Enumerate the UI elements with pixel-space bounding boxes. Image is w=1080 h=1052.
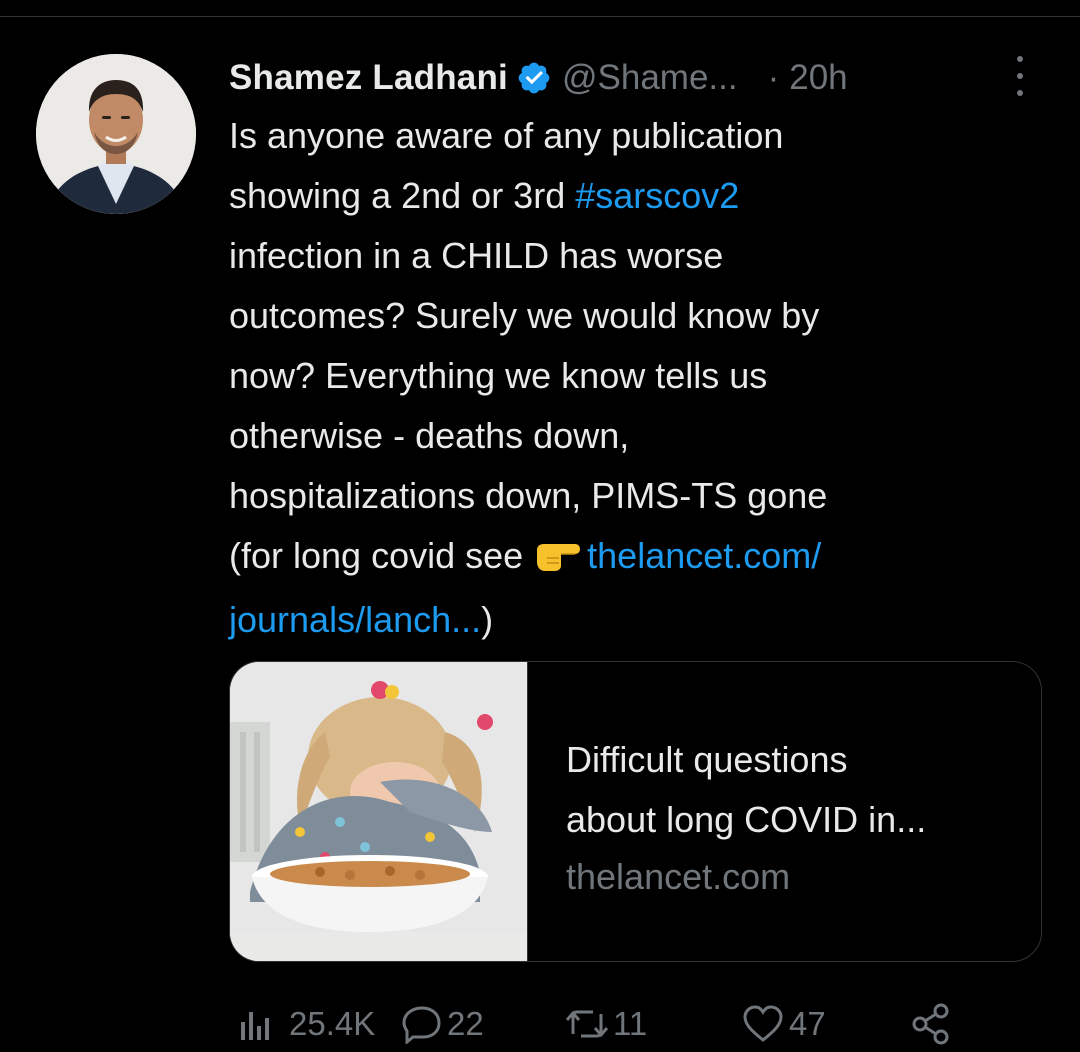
- tweet-timestamp[interactable]: 20h: [789, 58, 847, 98]
- tweet-text-line: infection in a CHILD has worse: [229, 235, 724, 276]
- card-text: Difficult questions about long COVID in.…: [566, 730, 1026, 904]
- tweet-text-line: showing a 2nd or 3rd #sarscov2: [229, 166, 1049, 226]
- card-title-line: about long COVID in...: [566, 799, 927, 840]
- tweet-text-line: (for long covid see thelancet.com/: [229, 526, 1049, 590]
- tweet-text-line: outcomes? Surely we would know by: [229, 295, 820, 336]
- tweet-text-segment: (for long covid see: [229, 535, 534, 576]
- lancet-link[interactable]: thelancet.com/: [587, 535, 821, 576]
- tweet-text-line: journals/lanch...): [229, 590, 1049, 650]
- pointing-right-emoji-icon: [535, 530, 581, 590]
- like-button[interactable]: 47: [741, 996, 826, 1052]
- tweet-text-line: hospitalizations down, PIMS-TS gone: [229, 475, 828, 516]
- avatar[interactable]: [36, 54, 196, 214]
- share-button[interactable]: [909, 996, 953, 1052]
- author-handle[interactable]: @Shame...: [562, 58, 738, 98]
- tweet-text-line: now? Everything we know tells us: [229, 355, 768, 396]
- retweet-count: 11: [613, 1005, 648, 1042]
- hashtag-link[interactable]: #sarscov2: [575, 175, 739, 216]
- author-display-name[interactable]: Shamez Ladhani: [229, 58, 508, 98]
- tweet-text-line: Is anyone aware of any publication: [229, 115, 784, 156]
- like-count: 47: [789, 1005, 826, 1042]
- retweet-button[interactable]: 11: [565, 996, 647, 1052]
- more-options-icon[interactable]: [1008, 56, 1032, 96]
- reply-count: 22: [447, 1005, 484, 1042]
- top-divider: [0, 16, 1080, 17]
- verified-badge-icon[interactable]: [516, 60, 552, 96]
- card-domain: thelancet.com: [566, 856, 791, 897]
- header-separator: ·: [767, 58, 780, 97]
- card-title-line: Difficult questions: [566, 739, 848, 780]
- link-preview-card[interactable]: Difficult questions about long COVID in.…: [229, 661, 1042, 962]
- tweet-text-segment: ): [481, 599, 494, 640]
- tweet-actions: 25.4K 22 11 47: [229, 996, 1049, 1052]
- card-thumbnail-image: [230, 662, 528, 961]
- lancet-link-continued[interactable]: journals/lanch...: [229, 599, 481, 640]
- avatar-image: [36, 54, 196, 214]
- heart-icon: [741, 1004, 785, 1044]
- tweet-text: Is anyone aware of any publication showi…: [229, 106, 1049, 650]
- tweet-text-line: otherwise - deaths down,: [229, 415, 630, 456]
- tweet-text-segment: showing a 2nd or 3rd: [229, 175, 576, 216]
- reply-button[interactable]: 22: [401, 996, 484, 1052]
- reply-icon: [401, 1004, 443, 1044]
- retweet-icon: [565, 1004, 609, 1044]
- share-icon: [909, 1002, 953, 1046]
- views-count: 25.4K: [289, 1005, 376, 1042]
- tweet-header: Shamez Ladhani @Shame... · 20h: [229, 55, 1049, 101]
- views-icon: [235, 1006, 285, 1042]
- views-button[interactable]: 25.4K: [235, 996, 375, 1052]
